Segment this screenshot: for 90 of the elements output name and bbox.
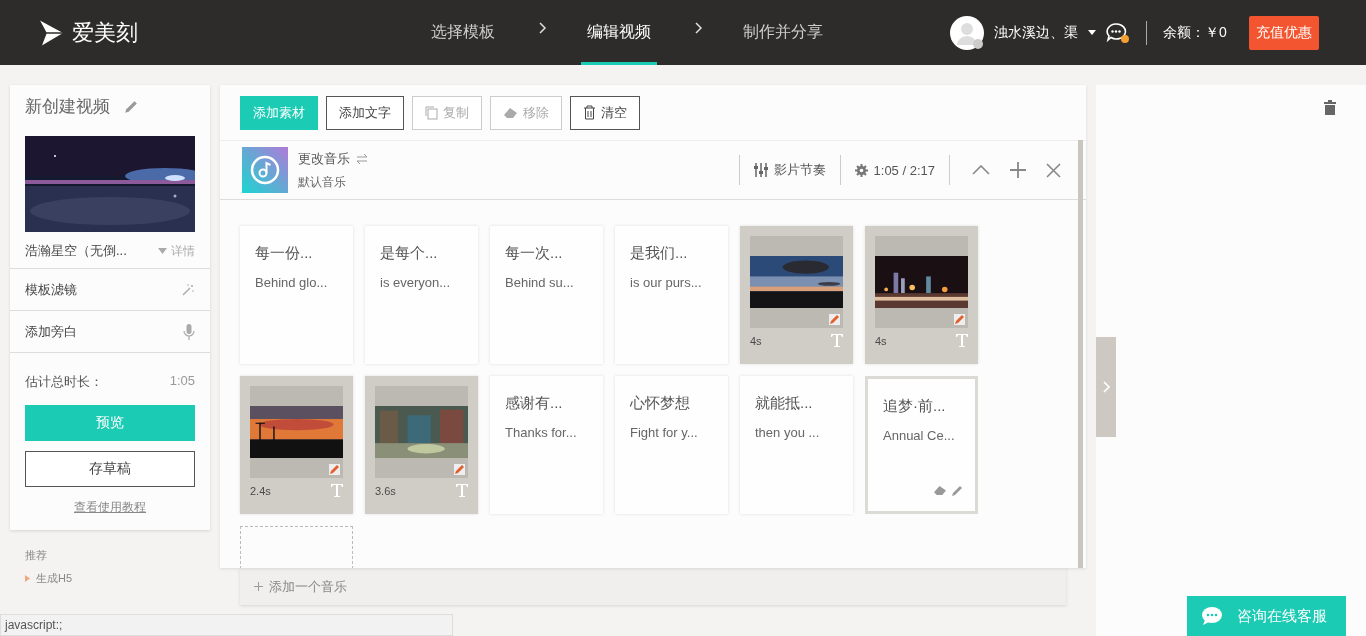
media-card[interactable]: 4s — [865, 226, 978, 364]
pencil-icon[interactable] — [829, 314, 840, 325]
toolbar-button[interactable]: 清空 — [570, 95, 640, 130]
step-tab[interactable]: 编辑视频 — [581, 0, 657, 65]
option-label[interactable]: 模板滤镜 — [25, 280, 77, 299]
caret-icon[interactable] — [1088, 30, 1096, 35]
save-draft-button[interactable]: 存草稿 — [25, 451, 195, 487]
card-subtitle: Annual Ce... — [883, 428, 956, 443]
card-subtitle: Thanks for... — [505, 425, 578, 440]
text-icon[interactable] — [831, 334, 843, 347]
text-card[interactable]: 追梦·前... Annual Ce... — [865, 376, 978, 514]
avatar[interactable] — [950, 15, 984, 50]
pencil-icon[interactable] — [124, 99, 138, 114]
trash-icon[interactable] — [1324, 100, 1336, 115]
chevron-right-icon — [695, 22, 703, 34]
logo-text: 爱美刻 — [72, 18, 138, 47]
card-title: 每一次... — [505, 244, 564, 263]
chat-icon[interactable] — [1106, 21, 1130, 44]
change-music-link[interactable]: 更改音乐 — [298, 149, 350, 168]
balance: 余额：￥0 — [1163, 23, 1227, 42]
clip-duration: 4s — [750, 334, 762, 347]
media-card[interactable]: 3.6s — [365, 376, 478, 514]
trash-icon — [583, 105, 596, 120]
pencil-icon[interactable] — [954, 314, 965, 325]
rhythm-button[interactable]: 影片节奏 — [773, 161, 826, 179]
status-bar: javascript:; — [0, 614, 453, 636]
text-icon[interactable] — [331, 484, 343, 497]
triangle-icon — [25, 575, 30, 582]
gear-icon — [854, 163, 868, 177]
card-title: 是每个... — [380, 244, 439, 263]
step-tab[interactable]: 选择模板 — [425, 0, 501, 65]
add-button[interactable] — [1010, 162, 1026, 178]
close-button[interactable] — [1046, 162, 1061, 178]
sliders-icon — [753, 163, 768, 177]
eraser-icon — [503, 106, 518, 119]
swap-icon[interactable] — [356, 153, 368, 164]
music-name: 默认音乐 — [298, 173, 347, 191]
text-icon[interactable] — [956, 334, 968, 347]
tutorial-link[interactable]: 查看使用教程 — [74, 499, 146, 516]
magic-wand-icon — [181, 282, 195, 297]
duration-label: 估计总时长： — [25, 373, 103, 391]
microphone-icon — [183, 323, 195, 340]
chat-icon — [1201, 606, 1223, 626]
plus-icon — [254, 582, 263, 591]
eraser-icon[interactable] — [933, 485, 947, 496]
logo-icon — [38, 18, 64, 47]
card-title: 是我们... — [630, 244, 689, 263]
card-subtitle: then you ... — [755, 425, 821, 440]
collapse-button[interactable] — [972, 165, 990, 175]
card-subtitle: is everyon... — [380, 275, 452, 290]
caret-icon — [158, 248, 167, 254]
project-title: 新创建视频 — [25, 96, 110, 118]
card-subtitle: Behind glo... — [255, 275, 329, 290]
card-title: 就能抵... — [755, 394, 814, 413]
option-label[interactable]: 添加旁白 — [25, 322, 77, 341]
media-card[interactable]: 2.4s — [240, 376, 353, 514]
template-name: 浩瀚星空（无倒... — [25, 242, 127, 260]
pencil-icon[interactable] — [454, 464, 465, 475]
card-subtitle: Behind su... — [505, 275, 575, 290]
scrollbar[interactable] — [1078, 140, 1083, 568]
chevron-right-icon — [1102, 381, 1110, 393]
text-card[interactable]: 每一次... Behind su... — [490, 226, 603, 364]
user-name[interactable]: 浊水溪边、渠 — [994, 23, 1078, 42]
clip-duration: 4s — [875, 334, 887, 347]
chevron-right-icon — [539, 22, 547, 34]
text-card[interactable]: 感谢有... Thanks for... — [490, 376, 603, 514]
toolbar-button[interactable]: 添加文字 — [326, 95, 404, 130]
card-title: 每一份... — [255, 244, 314, 263]
duration-value: 1:05 — [169, 373, 195, 390]
clip-duration: 2.4s — [250, 484, 271, 497]
music-time: 1:05 / 2:17 — [873, 162, 935, 178]
card-subtitle: is our purs... — [630, 275, 703, 290]
text-card[interactable]: 是我们... is our purs... — [615, 226, 728, 364]
copy-icon — [425, 105, 438, 120]
music-icon[interactable] — [242, 147, 288, 193]
text-card[interactable]: 心怀梦想 Fight for y... — [615, 376, 728, 514]
pencil-icon[interactable] — [329, 464, 340, 475]
text-icon[interactable] — [456, 484, 468, 497]
recommend-heading: 推荐 — [25, 548, 48, 563]
text-card[interactable]: 每一份... Behind glo... — [240, 226, 353, 364]
card-title: 追梦·前... — [883, 397, 947, 416]
step-tab[interactable]: 制作并分享 — [737, 0, 829, 65]
text-card[interactable]: 是每个... is everyon... — [365, 226, 478, 364]
text-card[interactable]: 就能抵... then you ... — [740, 376, 853, 514]
clip-duration: 3.6s — [375, 484, 396, 497]
card-title: 心怀梦想 — [630, 394, 691, 413]
media-card[interactable]: 4s — [740, 226, 853, 364]
card-subtitle: Fight for y... — [630, 425, 699, 440]
pencil-icon[interactable] — [951, 485, 963, 497]
card-title: 感谢有... — [505, 394, 564, 413]
